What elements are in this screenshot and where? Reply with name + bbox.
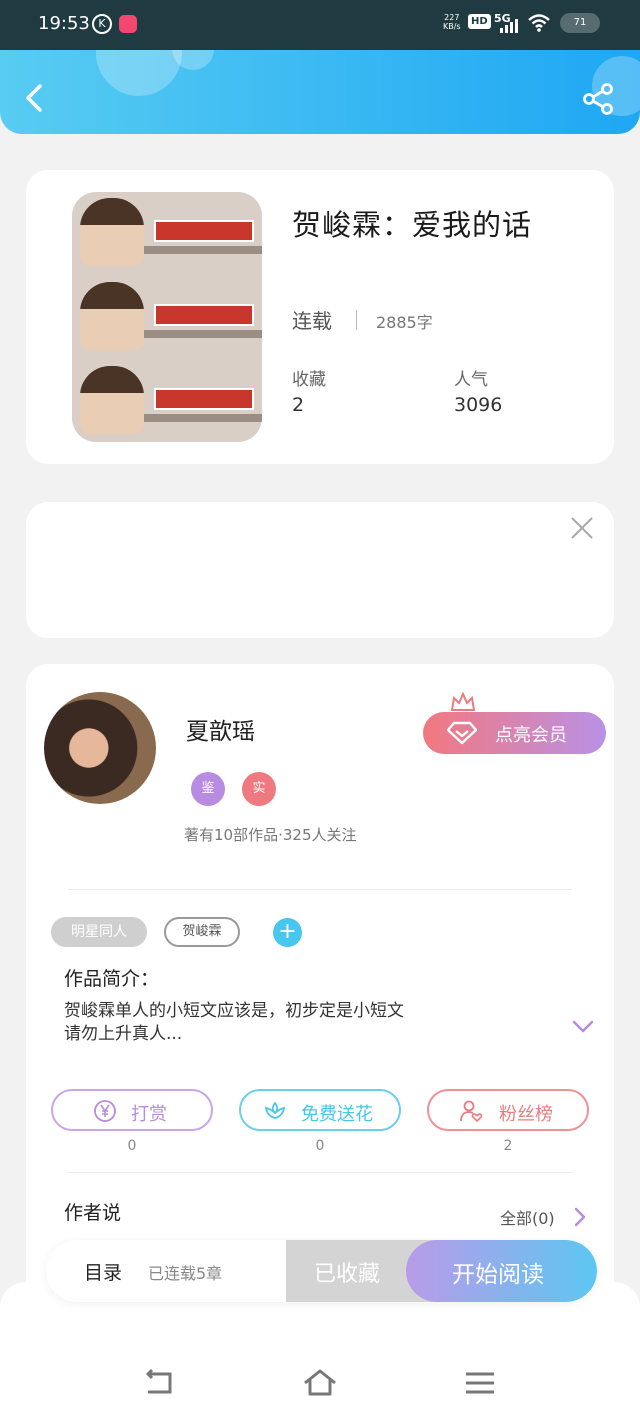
k-app-icon: K bbox=[92, 14, 112, 34]
ad-card bbox=[26, 502, 614, 638]
tag-character[interactable]: 贺峻霖 bbox=[164, 917, 240, 947]
book-status: 连载 bbox=[292, 309, 332, 333]
author-says-title: 作者说 bbox=[64, 1202, 122, 1224]
cover-image bbox=[72, 192, 262, 270]
cover-image bbox=[72, 360, 262, 438]
book-cover[interactable] bbox=[72, 192, 262, 442]
yen-icon bbox=[94, 1100, 116, 1122]
reading-bar: 目录 已连载5章 已收藏 开始阅读 bbox=[46, 1240, 597, 1302]
verify-badge: 鉴 bbox=[191, 772, 225, 806]
reward-button[interactable]: 打赏 bbox=[51, 1089, 213, 1131]
fan-ranking-label: 粉丝榜 bbox=[499, 1104, 553, 1125]
send-flower-label: 免费送花 bbox=[301, 1104, 373, 1125]
intro-title: 作品简介： bbox=[64, 968, 160, 990]
favorites-value: 2 bbox=[292, 394, 305, 416]
chapter-count: 已连载5章 bbox=[148, 1264, 223, 1283]
close-icon[interactable] bbox=[570, 516, 594, 540]
nav-back-icon[interactable] bbox=[142, 1368, 178, 1398]
reward-count: 0 bbox=[127, 1138, 137, 1154]
intro-line: 请勿上升真人... bbox=[64, 1024, 183, 1044]
author-avatar[interactable] bbox=[44, 692, 156, 804]
decor-bubble bbox=[96, 50, 182, 96]
author-card: 夏歆瑶 鉴 实 著有10部作品·325人关注 点亮会员 明星同人 贺峻霖 + 作… bbox=[26, 664, 614, 1304]
start-reading-button[interactable]: 开始阅读 bbox=[406, 1240, 597, 1302]
catalog-button[interactable]: 目录 bbox=[84, 1258, 122, 1285]
share-button[interactable] bbox=[582, 82, 616, 116]
popularity-value: 3096 bbox=[454, 394, 503, 416]
vip-label: 点亮会员 bbox=[495, 725, 567, 746]
crown-icon bbox=[450, 692, 476, 711]
diamond-icon bbox=[447, 721, 477, 745]
hd-icon: HD bbox=[468, 14, 491, 29]
user-heart-icon bbox=[460, 1100, 483, 1123]
real-name-badge: 实 bbox=[242, 772, 276, 806]
intro-text: 贺峻霖单人的小短文应该是，初步定是小短文 请勿上升真人... bbox=[64, 1000, 524, 1046]
vip-button[interactable]: 点亮会员 bbox=[423, 712, 606, 754]
cover-image bbox=[72, 276, 262, 354]
net-speed-value: 227 bbox=[444, 13, 460, 22]
reward-label: 打赏 bbox=[131, 1104, 167, 1125]
chevron-down-icon[interactable] bbox=[572, 1020, 594, 1034]
word-count: 2885字 bbox=[376, 313, 433, 332]
author-name[interactable]: 夏歆瑶 bbox=[186, 712, 255, 746]
app-header bbox=[0, 50, 640, 134]
divider bbox=[68, 1172, 572, 1173]
send-flower-button[interactable]: 免费送花 bbox=[239, 1089, 401, 1131]
wifi-icon bbox=[528, 14, 550, 32]
nav-home-icon[interactable] bbox=[302, 1368, 338, 1398]
status-bar: 19:53 K 227 KB/s HD 5G 71 bbox=[0, 0, 640, 50]
author-meta: 著有10部作品·325人关注 bbox=[184, 826, 357, 844]
popularity-label: 人气 bbox=[454, 370, 488, 390]
favorites-label: 收藏 bbox=[292, 370, 326, 390]
flower-count: 0 bbox=[315, 1138, 325, 1154]
book-title: 贺峻霖：爱我的话 bbox=[292, 208, 533, 242]
back-button[interactable] bbox=[18, 80, 54, 116]
flower-icon bbox=[264, 1101, 286, 1119]
battery-indicator: 71 bbox=[560, 13, 600, 33]
author-says-all[interactable]: 全部(0) bbox=[500, 1205, 555, 1229]
signal-icon bbox=[500, 19, 518, 33]
book-info-card: 贺峻霖：爱我的话 连载 2885字 收藏 2 人气 3096 bbox=[26, 170, 614, 464]
net-speed-unit: KB/s bbox=[443, 22, 461, 31]
chevron-right-icon[interactable] bbox=[574, 1207, 586, 1227]
collected-label: 已收藏 bbox=[314, 1262, 381, 1287]
notification-app-icon bbox=[119, 15, 137, 33]
start-reading-label: 开始阅读 bbox=[452, 1262, 544, 1288]
net-speed: 227 KB/s bbox=[443, 13, 461, 31]
nav-menu-icon[interactable] bbox=[462, 1368, 498, 1398]
system-nav-bar bbox=[0, 1282, 640, 1422]
status-time: 19:53 bbox=[38, 13, 90, 34]
divider bbox=[68, 889, 572, 890]
tag-category[interactable]: 明星同人 bbox=[51, 917, 147, 947]
fan-ranking-button[interactable]: 粉丝榜 bbox=[427, 1089, 589, 1131]
divider bbox=[356, 310, 357, 330]
add-tag-button[interactable]: + bbox=[273, 918, 302, 947]
intro-line: 贺峻霖单人的小短文应该是，初步定是小短文 bbox=[64, 1001, 404, 1021]
fan-count: 2 bbox=[503, 1138, 513, 1154]
